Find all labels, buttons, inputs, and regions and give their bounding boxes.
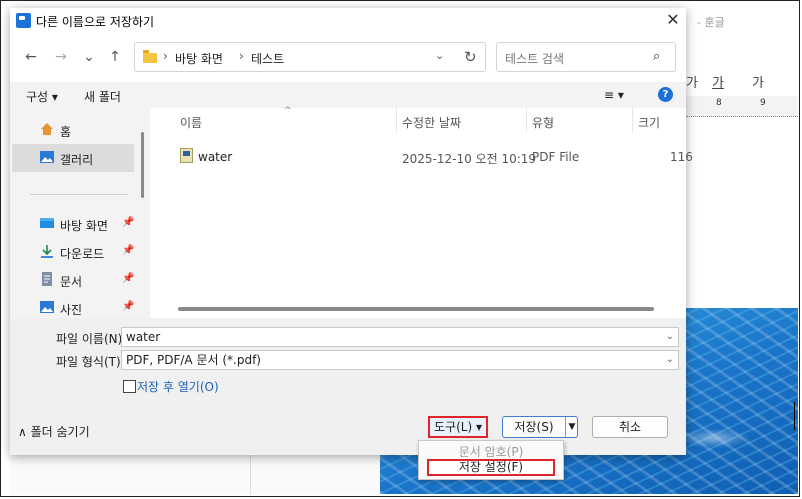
- breadcrumb-desktop[interactable]: 바탕 화면: [175, 50, 223, 67]
- column-header-modified[interactable]: 수정한 날짜: [402, 114, 461, 131]
- command-bar: 구성 ▾ 새 폴더 ≡ ▾ ?: [10, 82, 686, 108]
- chevron-down-icon[interactable]: ▼: [567, 417, 577, 437]
- filetype-label: 파일 형식(T):: [56, 355, 125, 369]
- dialog-title: 다른 이름으로 저장하기: [36, 15, 155, 29]
- title-bar: 다른 이름으로 저장하기 ✕: [10, 8, 686, 34]
- search-input[interactable]: 테스트 검색 ⌕: [496, 42, 676, 72]
- sidebar-item-label: 바탕 화면: [60, 219, 108, 233]
- navigation-bar: ← → ⌄ ↑ › 바탕 화면 › 테스트 ⌄ ↻ 테스트 검색 ⌕: [10, 34, 686, 82]
- split-divider: [565, 417, 566, 437]
- chevron-down-icon[interactable]: ⌄: [666, 328, 674, 346]
- background-app-title: - 훈글: [697, 16, 725, 29]
- navigation-pane: 홈 갤러리 바탕 화면 📌 다운로드 📌 문서 📌 사진 📌: [10, 108, 150, 318]
- help-icon[interactable]: ?: [658, 87, 673, 102]
- pin-icon: 📌: [122, 273, 135, 284]
- menu-item-save-settings[interactable]: 저장 설정(F): [427, 459, 555, 476]
- document-area: [10, 455, 380, 495]
- ruler-tick-9: 9: [760, 98, 766, 108]
- up-arrow-icon[interactable]: ↑: [106, 48, 124, 66]
- new-folder-button[interactable]: 새 폴더: [84, 88, 121, 105]
- recent-chevron-icon[interactable]: ⌄: [80, 48, 98, 66]
- sort-caret-icon: ^: [284, 106, 292, 116]
- font-color-button[interactable]: 가: [752, 72, 764, 91]
- menu-item-document-password[interactable]: 문서 암호(P): [419, 443, 563, 460]
- hide-folders-button[interactable]: ∧ 폴더 숨기기: [18, 423, 90, 440]
- ruler: 8 9: [686, 96, 798, 117]
- sidebar-item-label: 다운로드: [60, 247, 105, 261]
- sidebar-item-gallery[interactable]: 갤러리: [12, 144, 134, 172]
- tools-menu: 문서 암호(P) 저장 설정(F): [418, 440, 564, 480]
- breadcrumb-separator: ›: [239, 49, 244, 63]
- file-modified: 2025-12-10 오전 10:19: [402, 152, 537, 166]
- file-name[interactable]: water: [198, 150, 232, 164]
- pictures-icon: [40, 300, 54, 314]
- download-icon: [40, 244, 54, 258]
- save-form: 파일 이름(N): water ⌄ 파일 형식(T): PDF, PDF/A 문…: [10, 318, 686, 406]
- column-header-type[interactable]: 유형: [532, 114, 554, 131]
- gallery-icon: [40, 150, 54, 164]
- filetype-value: PDF, PDF/A 문서 (*.pdf): [126, 353, 261, 367]
- sidebar-item-label: 문서: [60, 275, 83, 289]
- folder-icon: [143, 50, 157, 63]
- document-icon: [40, 272, 54, 286]
- pin-icon: 📌: [122, 245, 135, 256]
- close-icon[interactable]: ✕: [662, 9, 684, 31]
- dialog-footer: ∧ 폴더 숨기기 도구(L) ▾ 저장(S) ▼ 취소: [10, 406, 686, 455]
- underline-button[interactable]: 가: [712, 72, 724, 91]
- back-arrow-icon[interactable]: ←: [22, 48, 40, 66]
- save-button[interactable]: 저장(S) ▼: [502, 416, 578, 438]
- text-cursor: [794, 402, 795, 430]
- forward-arrow-icon[interactable]: →: [52, 48, 70, 66]
- chevron-down-icon[interactable]: ⌄: [435, 49, 444, 62]
- tools-button[interactable]: 도구(L) ▾: [428, 416, 488, 438]
- column-header-size[interactable]: 크기: [638, 114, 660, 131]
- view-options-button[interactable]: ≡ ▾: [604, 88, 624, 102]
- open-after-save-checkbox[interactable]: [123, 380, 136, 393]
- horizontal-scrollbar[interactable]: [178, 307, 654, 311]
- sidebar-item-label: 갤러리: [60, 153, 94, 167]
- sidebar-divider: [30, 194, 128, 195]
- ruler-tick-8: 8: [716, 98, 722, 108]
- organize-button[interactable]: 구성 ▾: [26, 88, 58, 105]
- sidebar-item-documents[interactable]: 문서 📌: [12, 266, 134, 294]
- filename-label: 파일 이름(N):: [56, 332, 127, 346]
- cancel-button[interactable]: 취소: [592, 416, 668, 438]
- pin-icon: 📌: [122, 301, 135, 312]
- app-icon: [16, 13, 31, 28]
- breadcrumb-test[interactable]: 테스트: [251, 50, 284, 67]
- file-size: 116: [670, 150, 693, 164]
- pdf-file-icon: [180, 148, 193, 163]
- pin-icon: 📌: [122, 217, 135, 228]
- sidebar-item-downloads[interactable]: 다운로드 📌: [12, 238, 134, 266]
- sidebar-item-desktop[interactable]: 바탕 화면 📌: [12, 210, 134, 238]
- refresh-icon[interactable]: ↻: [464, 48, 477, 66]
- address-bar[interactable]: › 바탕 화면 › 테스트 ⌄: [134, 42, 486, 72]
- sidebar-item-label: 사진: [60, 303, 83, 317]
- save-button-label: 저장(S): [514, 420, 554, 434]
- font-style-button[interactable]: 가: [686, 72, 698, 91]
- filetype-select[interactable]: PDF, PDF/A 문서 (*.pdf) ⌄: [121, 350, 679, 370]
- sidebar-scrollbar[interactable]: [141, 132, 144, 198]
- chevron-down-icon[interactable]: ⌄: [666, 351, 674, 369]
- desktop-icon: [40, 216, 54, 230]
- save-as-dialog: 다른 이름으로 저장하기 ✕ ← → ⌄ ↑ › 바탕 화면 › 테스트 ⌄ ↻…: [10, 8, 693, 455]
- filename-input[interactable]: water ⌄: [121, 327, 679, 347]
- search-icon: ⌕: [653, 49, 661, 64]
- filename-value: water: [126, 330, 161, 344]
- home-icon: [40, 122, 54, 136]
- sidebar-item-label: 홈: [60, 125, 72, 139]
- file-type: PDF File: [532, 150, 580, 164]
- column-header-name[interactable]: 이름: [180, 114, 202, 131]
- sidebar-item-home[interactable]: 홈: [12, 116, 134, 144]
- file-list: ^ 이름 수정한 날짜 유형 크기 water 2025-12-10 오전 10…: [150, 106, 693, 318]
- open-after-save-label[interactable]: 저장 후 열기(O): [137, 378, 219, 395]
- breadcrumb-separator: ›: [163, 49, 168, 63]
- search-placeholder: 테스트 검색: [505, 52, 565, 66]
